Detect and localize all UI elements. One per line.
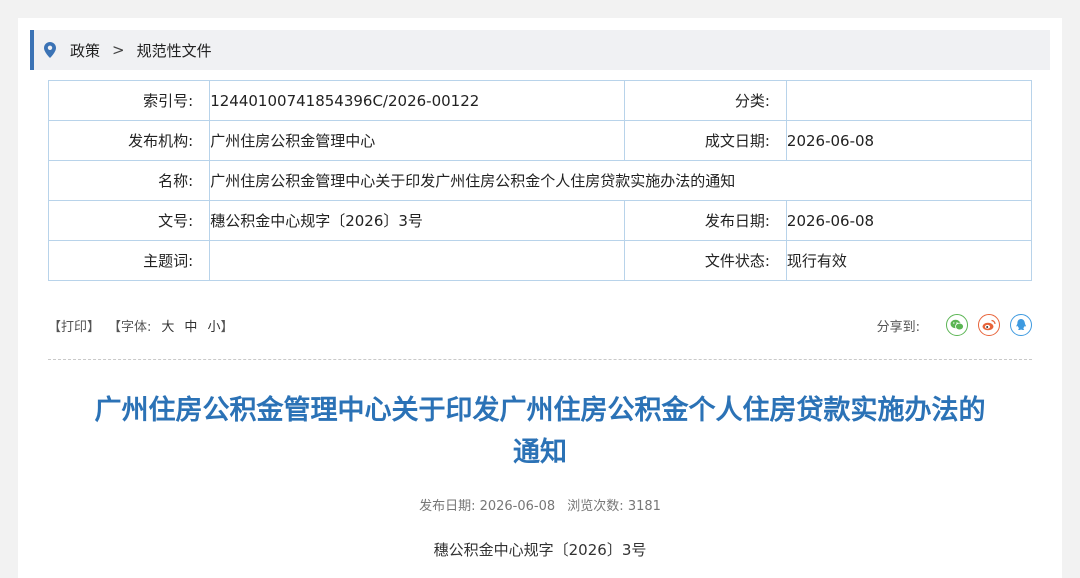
font-size-prefix: 【字体: <box>108 319 152 335</box>
category-label: 分类: <box>623 80 787 121</box>
meta-date-value: 2026-06-08 <box>479 499 556 514</box>
status-label: 文件状态: <box>623 240 787 281</box>
weibo-icon <box>982 319 996 331</box>
article-title: 广州住房公积金管理中心关于印发广州住房公积金个人住房贷款实施办法的 通知 <box>48 390 1032 474</box>
wechat-share-button[interactable] <box>946 314 968 336</box>
table-row: 发布机构: 广州住房公积金管理中心 成文日期: 2026-06-08 <box>47 120 1033 161</box>
article-title-line-2: 通知 <box>513 437 567 468</box>
article-toolbar: 【打印】 【字体: 大 中 小 】 分享到: <box>48 310 1032 340</box>
status-value: 现行有效 <box>785 240 1033 281</box>
wechat-icon <box>950 319 964 331</box>
article-doc-number: 穗公积金中心规字〔2026〕3号 <box>433 541 647 559</box>
table-row: 索引号: 12440100741854396C/2026-00122 分类: <box>47 80 1033 121</box>
share-group: 分享到: <box>877 314 1032 336</box>
name-value: 广州住房公积金管理中心关于印发广州住房公积金个人住房贷款实施办法的通知 <box>209 160 1032 201</box>
publish-date-label: 发布日期: <box>623 200 787 241</box>
print-button[interactable]: 【打印】 <box>48 316 100 335</box>
meta-views-label: 浏览次数: <box>567 499 624 514</box>
table-row: 文号: 穗公积金中心规字〔2026〕3号 发布日期: 2026-06-08 <box>47 200 1033 241</box>
written-date-label: 成文日期: <box>623 120 787 161</box>
publisher-label: 发布机构: <box>47 120 211 161</box>
breadcrumb: 政策 > 规范性文件 <box>30 30 1050 70</box>
index-no-label: 索引号: <box>47 80 211 121</box>
category-value <box>785 80 1033 121</box>
dashed-divider <box>48 359 1032 360</box>
doc-no-label: 文号: <box>47 200 211 241</box>
font-size-small-button[interactable]: 小 <box>207 316 220 335</box>
font-size-large-button[interactable]: 大 <box>161 316 174 335</box>
meta-date-label: 发布日期: <box>419 499 476 514</box>
page-container: 政策 > 规范性文件 索引号: 12440100741854396C/2026-… <box>18 18 1062 578</box>
keywords-label: 主题词: <box>47 240 211 281</box>
font-size-suffix: 】 <box>220 319 234 335</box>
breadcrumb-item-normative-docs[interactable]: 规范性文件 <box>137 40 212 61</box>
keywords-value <box>209 240 625 281</box>
publish-date-value: 2026-06-08 <box>785 200 1033 241</box>
index-no-value: 12440100741854396C/2026-00122 <box>209 80 625 121</box>
qq-icon <box>1016 319 1027 330</box>
font-size-medium-button[interactable]: 中 <box>184 316 197 335</box>
location-pin-icon <box>44 42 56 58</box>
weibo-share-button[interactable] <box>978 314 1000 336</box>
meta-views-value: 3181 <box>627 499 661 514</box>
article-title-line-1: 广州住房公积金管理中心关于印发广州住房公积金个人住房贷款实施办法的 <box>94 395 986 426</box>
name-label: 名称: <box>47 160 211 201</box>
chevron-right-icon: > <box>112 41 125 59</box>
table-row: 名称: 广州住房公积金管理中心关于印发广州住房公积金个人住房贷款实施办法的通知 <box>47 160 1032 201</box>
table-row: 主题词: 文件状态: 现行有效 <box>47 240 1033 281</box>
share-label: 分享到: <box>876 319 920 335</box>
breadcrumb-item-policy[interactable]: 政策 <box>70 40 100 61</box>
document-info-table: 索引号: 12440100741854396C/2026-00122 分类: 发… <box>47 80 1033 281</box>
written-date-value: 2026-06-08 <box>785 120 1033 161</box>
doc-no-value: 穗公积金中心规字〔2026〕3号 <box>209 200 625 241</box>
article-meta: 发布日期: 2026-06-08 浏览次数: 3181 <box>48 495 1032 514</box>
qq-share-button[interactable] <box>1010 314 1032 336</box>
publisher-value: 广州住房公积金管理中心 <box>209 120 625 161</box>
